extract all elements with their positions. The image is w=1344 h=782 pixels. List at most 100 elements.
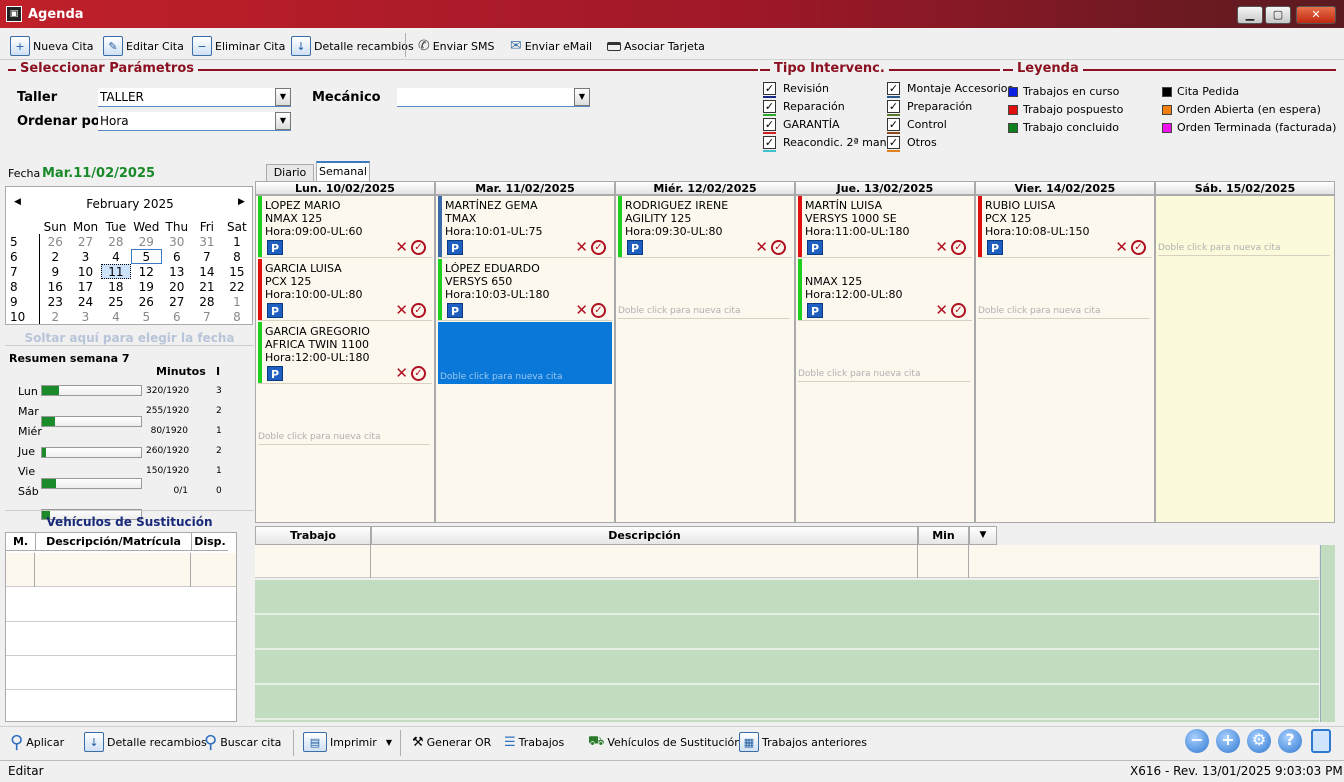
enviar-sms-button[interactable]: ✆ Enviar SMS bbox=[418, 34, 494, 58]
calendar-day[interactable]: 3 bbox=[70, 249, 101, 264]
calendar-day[interactable]: 8 bbox=[222, 249, 252, 264]
eliminar-cita-button[interactable]: − Eliminar Cita bbox=[192, 34, 285, 58]
buscar-cita-button[interactable]: ⚲ Buscar cita bbox=[204, 730, 281, 754]
tipo-checkbox-row[interactable]: ✓ Reacondic. 2ª mano bbox=[763, 136, 893, 154]
calendar-next-icon[interactable]: ▶ bbox=[238, 197, 245, 207]
new-appointment-hint[interactable]: Doble click para nueva cita bbox=[798, 369, 970, 382]
sustitucion-col-desc[interactable]: Descripción/Matrícula bbox=[36, 533, 192, 551]
sustitucion-col-m[interactable]: M. bbox=[6, 533, 36, 551]
checkbox-checked-icon[interactable]: ✓ bbox=[763, 136, 776, 152]
calendar-day[interactable]: 2 bbox=[40, 249, 70, 264]
calendar-day[interactable]: 16 bbox=[40, 279, 70, 294]
confirm-check-icon[interactable]: ✓ bbox=[1131, 240, 1146, 255]
calendar-day[interactable]: 3 bbox=[70, 309, 101, 324]
appointment-card[interactable]: GARCIA LUISA PCX 125 Hora:10:00-UL:80 P ✕ ✓ bbox=[258, 259, 432, 321]
imprimir-dropdown-icon[interactable]: ▼ bbox=[386, 738, 392, 747]
enviar-email-button[interactable]: ✉ Enviar eMail bbox=[510, 34, 592, 58]
parking-icon[interactable]: P bbox=[267, 240, 283, 255]
checkbox-checked-icon[interactable]: ✓ bbox=[763, 100, 776, 116]
nueva-cita-button[interactable]: + Nueva Cita bbox=[10, 34, 94, 58]
calendar-day[interactable]: 5 bbox=[131, 309, 162, 324]
confirm-check-icon[interactable]: ✓ bbox=[951, 303, 966, 318]
confirm-check-icon[interactable]: ✓ bbox=[591, 240, 606, 255]
appointment-card[interactable]: GARCIA GREGORIO AFRICA TWIN 1100 Hora:12:0… bbox=[258, 322, 432, 384]
tab-semanal[interactable]: Semanal bbox=[316, 161, 370, 182]
calendar-day[interactable]: 28 bbox=[192, 294, 222, 309]
calendar-day[interactable]: 26 bbox=[40, 234, 70, 249]
calendar-day[interactable]: 6 bbox=[162, 249, 192, 264]
calendar-day[interactable]: 31 bbox=[192, 234, 222, 249]
calendar-day[interactable]: 4 bbox=[101, 249, 131, 264]
tools-cancel-icon[interactable]: ✕ bbox=[935, 303, 948, 318]
calendar-day[interactable]: 28 bbox=[101, 234, 131, 249]
panel-toggle-icon[interactable] bbox=[1311, 729, 1331, 753]
parking-icon[interactable]: P bbox=[807, 303, 823, 318]
aplicar-button[interactable]: ⚲ Aplicar bbox=[10, 730, 64, 754]
trabajos-button[interactable]: ☰ Trabajos bbox=[504, 730, 564, 754]
parking-icon[interactable]: P bbox=[627, 240, 643, 255]
parking-icon[interactable]: P bbox=[267, 366, 283, 381]
calendar-day[interactable]: 1 bbox=[222, 234, 252, 249]
minimize-button[interactable]: ▁ bbox=[1237, 6, 1263, 24]
calendar-day[interactable]: 19 bbox=[131, 279, 162, 294]
trabajo-col-header[interactable]: Trabajo bbox=[255, 526, 371, 545]
zoom-in-icon[interactable]: + bbox=[1216, 729, 1240, 753]
asociar-tarjeta-button[interactable]: Asociar Tarjeta bbox=[607, 34, 705, 58]
checkbox-checked-icon[interactable]: ✓ bbox=[887, 82, 900, 98]
calendar-day[interactable]: 20 bbox=[162, 279, 192, 294]
day-column[interactable]: LOPEZ MARIO NMAX 125 Hora:09:00-UL:60 P ✕ ✓ GA… bbox=[255, 195, 435, 523]
calendar-day[interactable]: 21 bbox=[192, 279, 222, 294]
month-calendar[interactable]: ◀ February 2025 ▶ Sun Mon Tue Wed Thu Fri Sat … bbox=[5, 186, 253, 325]
generar-or-button[interactable]: ⚒ Generar OR bbox=[412, 730, 491, 754]
trabajos-scrollbar[interactable] bbox=[1320, 545, 1335, 722]
new-appointment-hint[interactable]: Doble click para nueva cita bbox=[258, 432, 430, 445]
confirm-check-icon[interactable]: ✓ bbox=[951, 240, 966, 255]
maximize-button[interactable]: ▢ bbox=[1265, 6, 1291, 24]
calendar-day[interactable]: 12 bbox=[131, 264, 162, 279]
new-appointment-hint[interactable]: Doble click para nueva cita bbox=[978, 306, 1150, 319]
mecanico-combo[interactable]: ▼ bbox=[397, 88, 590, 107]
sustitucion-col-disp[interactable]: Disp. bbox=[192, 533, 228, 551]
checkbox-checked-icon[interactable]: ✓ bbox=[887, 118, 900, 134]
tools-cancel-icon[interactable]: ✕ bbox=[395, 240, 408, 255]
detalle-recambios-button[interactable]: ↓ Detalle recambios bbox=[291, 34, 414, 58]
calendar-day[interactable]: 8 bbox=[222, 309, 252, 324]
new-appointment-hint[interactable]: Doble click para nueva cita bbox=[1158, 243, 1330, 256]
tools-cancel-icon[interactable]: ✕ bbox=[575, 240, 588, 255]
tipo-checkbox-row[interactable]: ✓ Control bbox=[887, 118, 947, 136]
checkbox-checked-icon[interactable]: ✓ bbox=[887, 100, 900, 116]
detalle-recambios-bottom-button[interactable]: ↓ Detalle recambios bbox=[84, 730, 207, 754]
parking-icon[interactable]: P bbox=[807, 240, 823, 255]
calendar-day[interactable]: 9 bbox=[40, 264, 70, 279]
calendar-day[interactable]: 14 bbox=[192, 264, 222, 279]
appointment-card[interactable]: NMAX 125 Hora:12:00-UL:80 P ✕ ✓ bbox=[798, 259, 972, 321]
appointment-card[interactable]: MARTÍN LUISA VERSYS 1000 SE Hora:11:00-UL:… bbox=[798, 196, 972, 258]
column-chooser-icon[interactable]: ▼ bbox=[969, 526, 997, 545]
new-appointment-hint[interactable]: Doble click para nueva cita bbox=[618, 306, 790, 319]
taller-combo[interactable]: TALLER ▼ bbox=[98, 88, 291, 107]
table-row[interactable] bbox=[255, 545, 1319, 578]
close-button[interactable]: ✕ bbox=[1296, 6, 1336, 24]
ordenar-combo[interactable]: Hora ▼ bbox=[98, 112, 291, 131]
calendar-day[interactable]: 25 bbox=[101, 294, 131, 309]
day-column[interactable]: MARTÍNEZ GEMA TMAX Hora:10:01-UL:75 P ✕ ✓ LÓPE… bbox=[435, 195, 615, 523]
calendar-day[interactable]: 7 bbox=[192, 309, 222, 324]
calendar-day[interactable]: 22 bbox=[222, 279, 252, 294]
calendar-day[interactable]: 11 bbox=[100, 264, 131, 279]
tipo-checkbox-row[interactable]: ✓ GARANTÍA bbox=[763, 118, 840, 136]
day-column[interactable]: MARTÍN LUISA VERSYS 1000 SE Hora:11:00-UL:… bbox=[795, 195, 975, 523]
tools-cancel-icon[interactable]: ✕ bbox=[755, 240, 768, 255]
confirm-check-icon[interactable]: ✓ bbox=[411, 303, 426, 318]
parking-icon[interactable]: P bbox=[447, 303, 463, 318]
confirm-check-icon[interactable]: ✓ bbox=[411, 366, 426, 381]
checkbox-checked-icon[interactable]: ✓ bbox=[887, 136, 900, 152]
appointment-card[interactable]: MARTÍNEZ GEMA TMAX Hora:10:01-UL:75 P ✕ ✓ bbox=[438, 196, 612, 258]
calendar-day[interactable]: 29 bbox=[131, 234, 162, 249]
confirm-check-icon[interactable]: ✓ bbox=[591, 303, 606, 318]
calendar-day[interactable]: 1 bbox=[222, 294, 252, 309]
day-column[interactable]: Doble click para nueva cita bbox=[1155, 195, 1335, 523]
checkbox-checked-icon[interactable]: ✓ bbox=[763, 82, 776, 98]
editar-cita-button[interactable]: ✎ Editar Cita bbox=[103, 34, 184, 58]
descripcion-col-header[interactable]: Descripción bbox=[371, 526, 918, 545]
confirm-check-icon[interactable]: ✓ bbox=[411, 240, 426, 255]
